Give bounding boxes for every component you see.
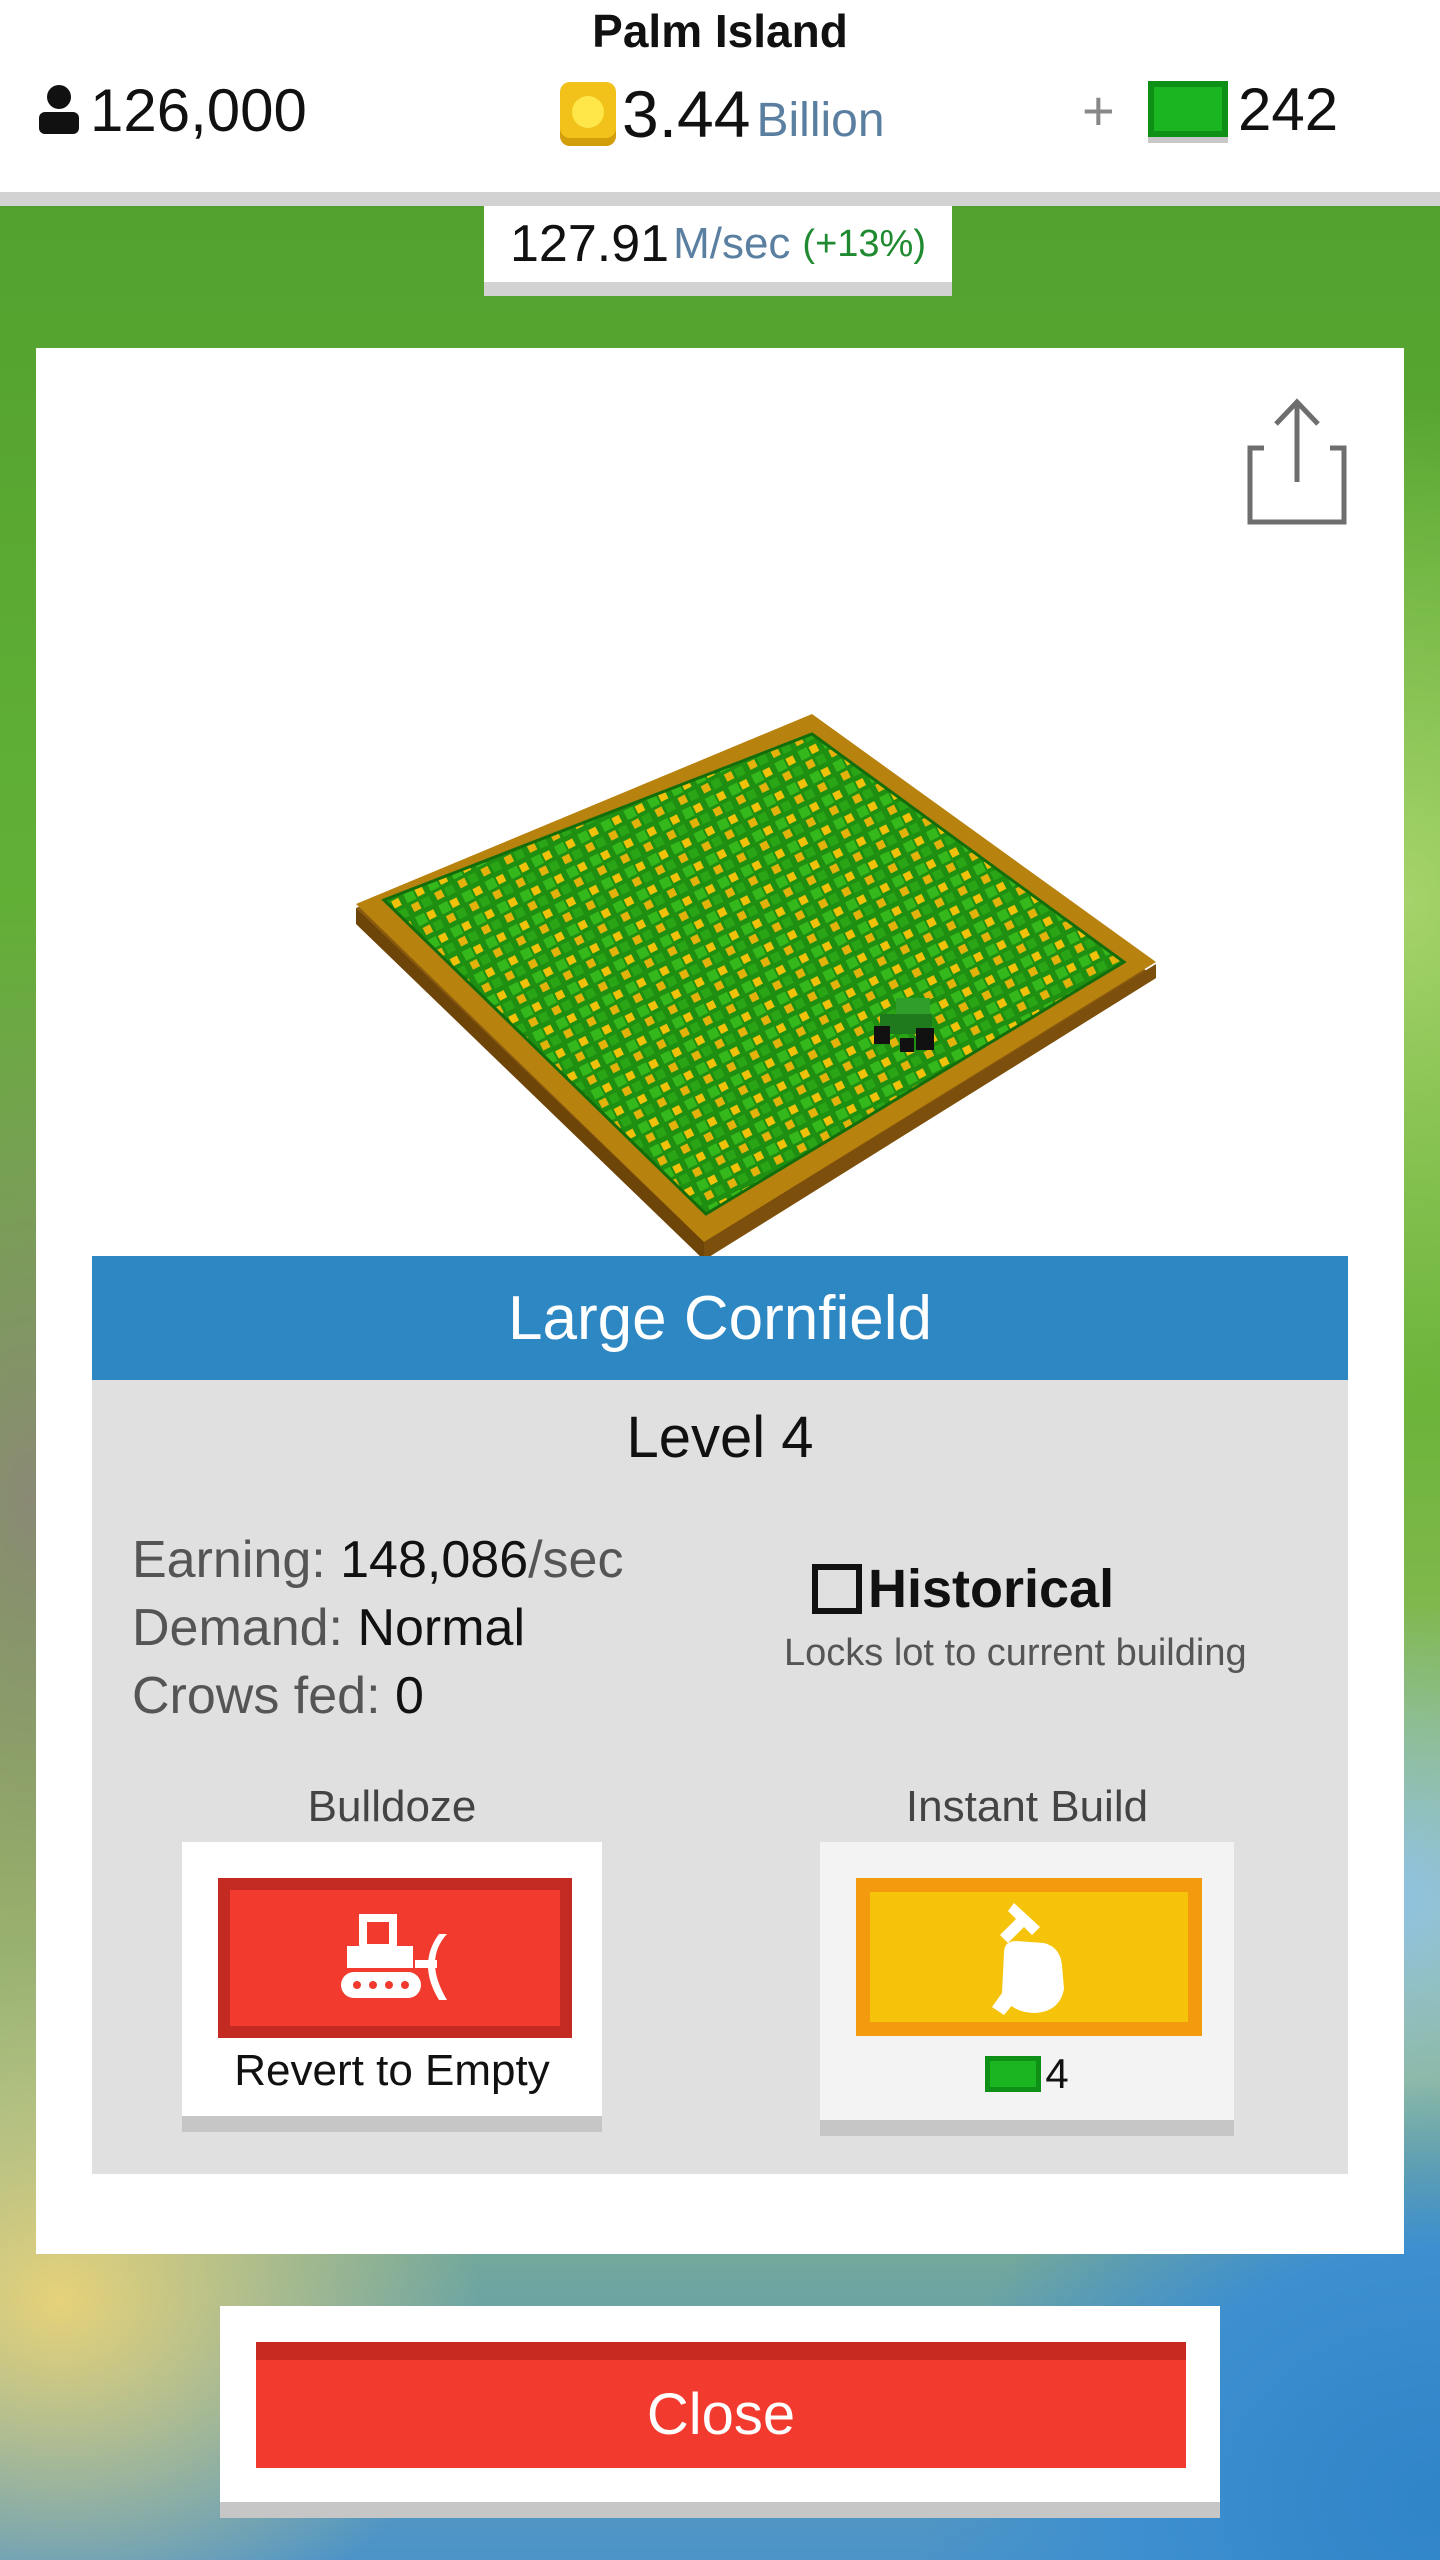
income-unit: M/sec <box>673 219 791 268</box>
revert-to-empty-text: Revert to Empty <box>234 2046 550 2095</box>
bulldoze-button[interactable]: Revert to Empty <box>182 1842 602 2132</box>
building-details-panel: Large Cornfield Level 4 Earning: 148,086… <box>92 1256 1348 2174</box>
income-rate-tab[interactable]: 127.91 M/sec (+13%) <box>484 206 952 296</box>
cash-display[interactable]: 242 <box>1148 74 1338 144</box>
top-bar: Palm Island 126,000 3.44 Billion + 242 <box>0 0 1440 206</box>
instant-build-button[interactable]: 4 <box>820 1842 1234 2136</box>
stat-earning: Earning: 148,086/sec <box>132 1531 624 1589</box>
person-icon <box>39 85 79 134</box>
historical-checkbox[interactable] <box>812 1564 862 1614</box>
money-unit: Billion <box>756 93 885 147</box>
building-name: Large Cornfield <box>92 1256 1348 1380</box>
population-value: 126,000 <box>90 76 307 144</box>
building-level: Level 4 <box>626 1405 814 1470</box>
historical-toggle[interactable]: Historical Locks lot to current building <box>784 1558 1292 1675</box>
income-boost: (+13%) <box>802 222 926 265</box>
stat-crows-fed: Crows fed: 0 <box>132 1667 424 1725</box>
money-display[interactable]: 3.44 Billion <box>560 74 885 154</box>
building-stats: Earning: 148,086/sec Demand: Normal Crow… <box>132 1526 623 1730</box>
stat-demand: Demand: Normal <box>132 1599 526 1657</box>
historical-description: Locks lot to current building <box>784 1632 1247 1674</box>
close-button-frame: Close <box>220 2306 1220 2518</box>
cash-icon <box>985 2056 1042 2092</box>
coin-icon <box>560 82 616 146</box>
cash-count: 242 <box>1238 75 1339 143</box>
buy-cash-plus[interactable]: + <box>1082 78 1115 143</box>
building-info-card: Large Cornfield Level 4 Earning: 148,086… <box>36 348 1404 2254</box>
income-value: 127.91 <box>510 215 670 273</box>
bulldoze-label: Bulldoze <box>307 1782 477 1831</box>
close-button[interactable]: Close <box>256 2342 1186 2468</box>
instant-build-label: Instant Build <box>905 1782 1149 1831</box>
share-icon[interactable] <box>1244 396 1354 536</box>
cash-icon <box>1148 81 1228 137</box>
island-name[interactable]: Palm Island <box>0 4 1440 58</box>
instant-build-cost-value: 4 <box>1045 2050 1069 2097</box>
building-preview-image <box>356 714 1156 1260</box>
bulldozer-icon <box>341 1914 447 2000</box>
hammer-hand-icon <box>992 1903 1064 2015</box>
historical-label: Historical <box>868 1559 1115 1619</box>
money-value: 3.44 <box>622 77 751 151</box>
instant-build-cost: 4 <box>820 2050 1234 2098</box>
population-display[interactable]: 126,000 <box>36 72 307 148</box>
